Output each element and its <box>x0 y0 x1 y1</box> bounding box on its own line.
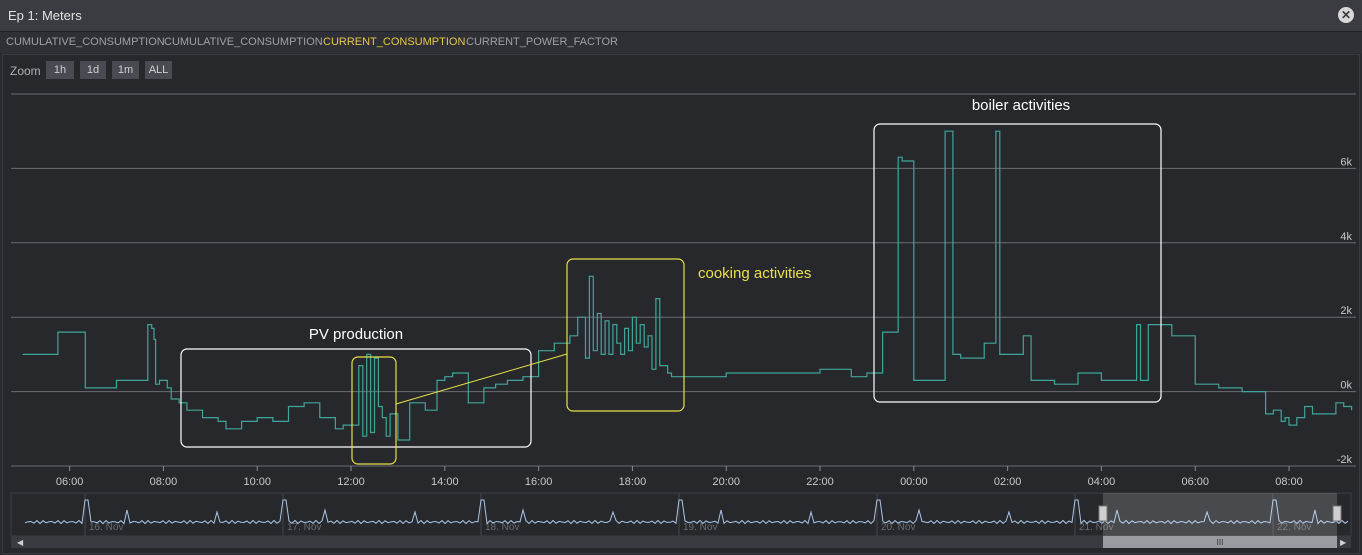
scroll-right-icon[interactable]: ▶ <box>1340 538 1347 547</box>
navigator-selection[interactable] <box>1103 493 1337 536</box>
x-tick-label: 06:00 <box>1181 476 1209 488</box>
y-tick-label: 0k <box>1340 380 1352 392</box>
x-tick-label: 02:00 <box>994 476 1022 488</box>
navigator-date-label: 18. Nov <box>485 522 519 533</box>
x-tick-label: 04:00 <box>1088 476 1116 488</box>
navigator-date-label: 19. Nov <box>683 522 717 533</box>
scroll-left-icon[interactable]: ◀ <box>17 538 24 547</box>
navigator[interactable]: 16. Nov 17. Nov 18. Nov 19. Nov 20. Nov 21. N… <box>10 492 1352 548</box>
series-line <box>22 130 1353 441</box>
x-tick-label: 16:00 <box>525 476 553 488</box>
x-tick-label: 22:00 <box>806 476 834 488</box>
cooking-connector <box>395 353 568 405</box>
x-tick-label: 00:00 <box>900 476 928 488</box>
scrollbar-grip-icon: III <box>1217 538 1224 547</box>
consumption-chart: -2k 0k 2k 4k 6k 06:00 08:00 10:00 12:00 14:00 16:… <box>10 93 1356 548</box>
x-axis: 06:00 08:00 10:00 12:00 14:00 16:00 18:00 20:00… <box>56 466 1303 488</box>
annotations: PV production cooking activities boiler … <box>180 97 1162 465</box>
y-tick-label: 6k <box>1340 156 1352 168</box>
x-tick-label: 08:00 <box>1275 476 1303 488</box>
x-tick-label: 20:00 <box>712 476 740 488</box>
cooking-activities-label: cooking activities <box>698 265 811 282</box>
x-tick-label: 10:00 <box>243 476 271 488</box>
navigator-date-label: 16. Nov <box>89 522 123 533</box>
x-tick-label: 12:00 <box>337 476 365 488</box>
navigator-right-handle[interactable] <box>1332 505 1342 522</box>
pv-production-label: PV production <box>309 326 403 343</box>
boiler-activities-box <box>873 123 1162 403</box>
x-tick-label: 14:00 <box>431 476 459 488</box>
x-tick-label: 08:00 <box>150 476 178 488</box>
boiler-activities-label: boiler activities <box>972 97 1070 114</box>
cooking-activities-box <box>566 258 685 412</box>
y-axis: -2k 0k 2k 4k 6k <box>1337 156 1353 466</box>
y-tick-label: -2k <box>1337 454 1353 466</box>
navigator-left-handle[interactable] <box>1098 505 1108 522</box>
x-tick-label: 06:00 <box>56 476 84 488</box>
navigator-date-label: 20. Nov <box>881 522 915 533</box>
y-tick-label: 4k <box>1340 231 1352 243</box>
x-tick-label: 18:00 <box>619 476 647 488</box>
pv-production-box <box>180 348 532 448</box>
y-tick-label: 2k <box>1340 305 1352 317</box>
